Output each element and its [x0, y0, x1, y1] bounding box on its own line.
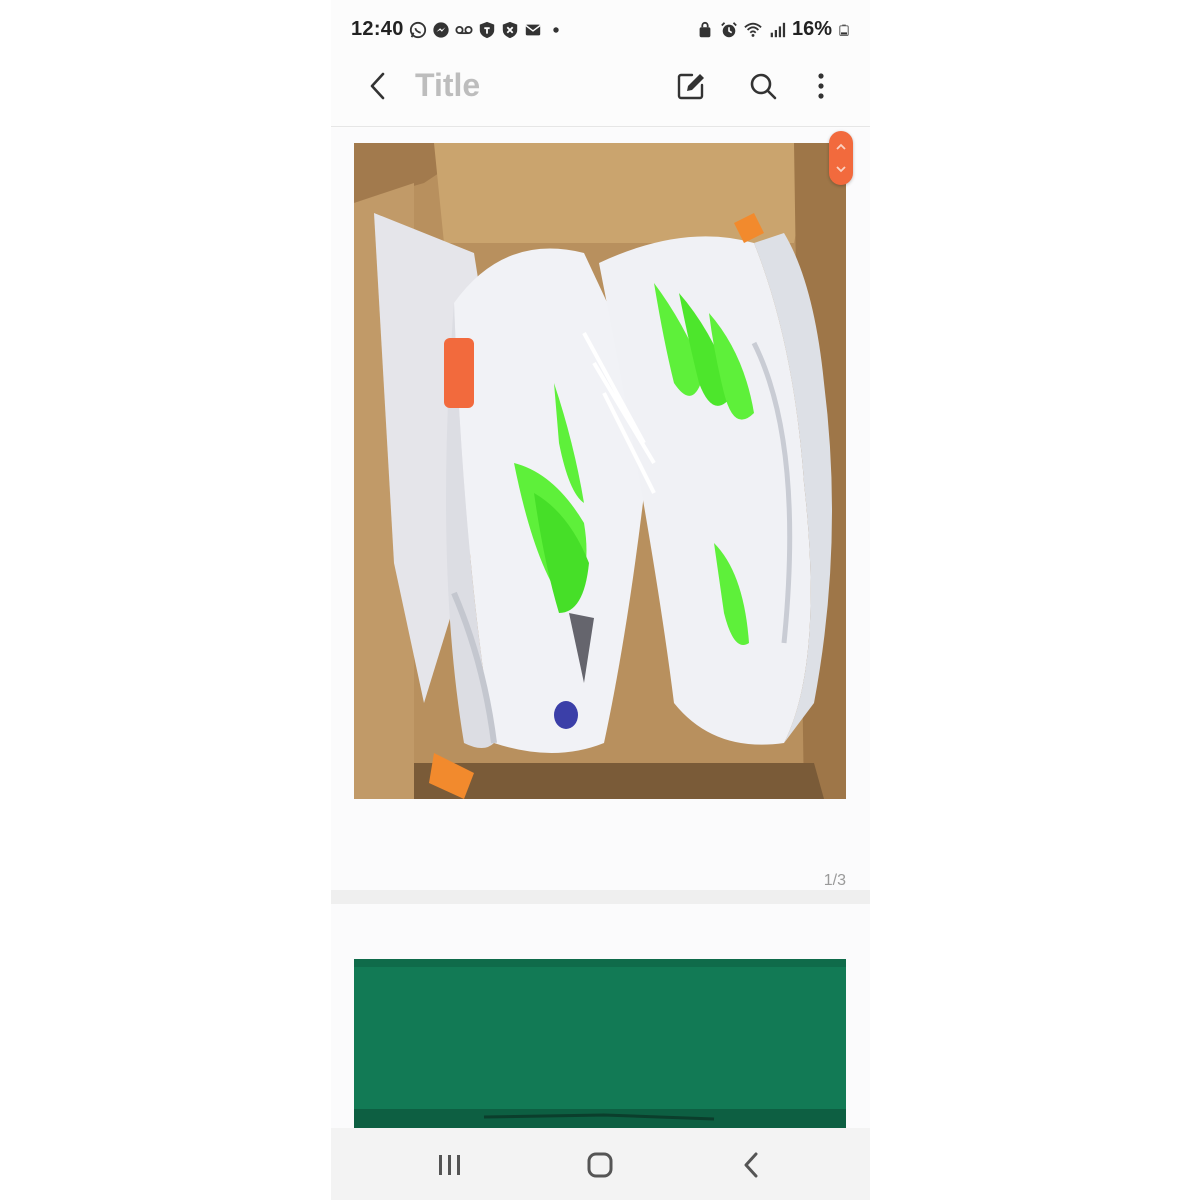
image-counter: 1/3: [823, 872, 846, 889]
status-time: 12:40: [351, 18, 404, 40]
shield-icon: [479, 21, 495, 39]
section-divider: [331, 890, 870, 904]
alarm-icon: [721, 21, 737, 37]
whatsapp-icon: [409, 21, 427, 39]
status-bar: 12:40 16%: [331, 0, 870, 60]
phone-screen: 12:40 16% Title 1/3: [331, 0, 870, 1200]
dot-icon: [553, 27, 559, 33]
gallery-card: 1/3: [331, 128, 870, 890]
notification-icons: [409, 20, 565, 40]
system-icons: 16%: [696, 18, 850, 41]
scroll-handle[interactable]: [829, 131, 853, 185]
page-title: Title: [415, 67, 481, 103]
gallery-card-2: [331, 904, 870, 1134]
back-icon[interactable]: [741, 1152, 761, 1178]
recents-icon[interactable]: [437, 1154, 463, 1176]
home-icon[interactable]: [586, 1152, 614, 1178]
mail-icon: [525, 24, 541, 36]
alarm-lock-icon: [699, 21, 711, 37]
green-box-photo[interactable]: [354, 959, 846, 1134]
shoe-photo[interactable]: [354, 143, 846, 799]
signal-icon: [770, 22, 786, 37]
battery-percent: 16%: [791, 18, 832, 40]
shoe-photo-drawing: [354, 143, 846, 799]
battery-icon: [839, 24, 849, 36]
app-bar: Title: [331, 58, 870, 127]
shield-x-icon: [502, 21, 518, 39]
chevron-updown-icon: [836, 143, 846, 173]
green-box-drawing: [354, 959, 846, 1134]
search-icon[interactable]: [747, 70, 779, 102]
back-arrow-icon[interactable]: [363, 70, 395, 102]
more-vert-icon[interactable]: [811, 70, 831, 102]
voicemail-icon: [455, 25, 473, 35]
wifi-icon: [744, 22, 762, 37]
system-nav-bar: [331, 1128, 870, 1200]
messenger-icon: [433, 22, 449, 38]
edit-icon[interactable]: [675, 70, 707, 102]
